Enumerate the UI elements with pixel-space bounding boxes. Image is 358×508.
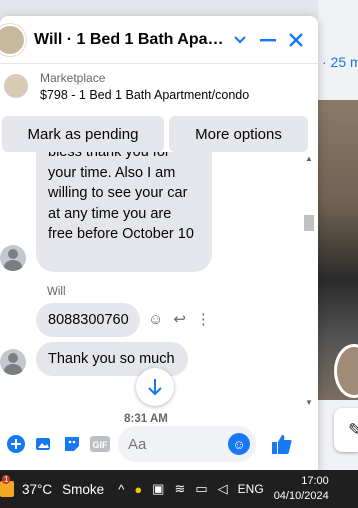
- mark-as-pending-button[interactable]: Mark as pending: [2, 116, 164, 152]
- scroll-down-icon[interactable]: ▼: [305, 398, 313, 407]
- message-input[interactable]: [128, 435, 228, 453]
- battery-icon[interactable]: ▭: [195, 481, 207, 497]
- language-indicator[interactable]: ENG: [238, 482, 264, 496]
- minimize-icon[interactable]: [254, 26, 282, 54]
- scrollbar[interactable]: ▲ ▼: [302, 152, 316, 412]
- listing-thumbnail: [4, 74, 28, 98]
- thumbs-up-icon[interactable]: [268, 430, 296, 458]
- photo-icon[interactable]: [30, 430, 58, 458]
- close-icon[interactable]: [282, 26, 310, 54]
- avatar: [0, 245, 26, 271]
- app-tray-icon[interactable]: ●: [134, 482, 142, 497]
- message-bubble: bless thank you for your time. Also I am…: [36, 152, 212, 272]
- scroll-down-button[interactable]: [136, 368, 174, 406]
- svg-text:GIF: GIF: [93, 440, 109, 450]
- chat-title[interactable]: Will · 1 Bed 1 Bath Apartm...: [34, 31, 226, 49]
- weather-icon[interactable]: 1: [0, 475, 14, 497]
- message-list: bless thank you for your time. Also I am…: [0, 152, 318, 410]
- message-actions: ☺ ↩ ⋮: [148, 310, 211, 329]
- temperature[interactable]: 37°C: [22, 482, 52, 497]
- sticker-icon[interactable]: [58, 430, 86, 458]
- meet-icon[interactable]: ▣: [152, 481, 164, 497]
- volume-icon[interactable]: ◁: [218, 481, 228, 497]
- taskbar: 1 37°C Smoke ^ ● ▣ ≋ ▭ ◁ ENG 17:00 04/10…: [0, 470, 358, 508]
- clock-time: 17:00: [301, 475, 329, 487]
- plus-icon[interactable]: [2, 430, 30, 458]
- clock-date: 04/10/2024: [273, 490, 329, 502]
- more-icon[interactable]: ⋮: [196, 310, 211, 328]
- chevron-up-icon[interactable]: ^: [118, 482, 124, 497]
- edit-icon[interactable]: ✎: [334, 408, 358, 452]
- clock[interactable]: 17:00 04/10/2024: [274, 474, 329, 504]
- listing-category: Marketplace: [40, 70, 106, 85]
- react-icon[interactable]: ☺: [148, 311, 163, 328]
- listing-description: $798 - 1 Bed 1 Bath Apartment/condo: [40, 87, 250, 102]
- chevron-down-icon[interactable]: [226, 26, 254, 54]
- emoji-icon[interactable]: ☺: [228, 433, 250, 455]
- scrollbar-thumb[interactable]: [304, 215, 314, 231]
- avatar: [0, 349, 26, 375]
- message-composer: GIF ☺: [0, 420, 318, 468]
- chat-avatar[interactable]: [0, 23, 26, 56]
- message-bubble-phone: 8088300760: [36, 303, 140, 337]
- background-link[interactable]: · 25 m: [322, 54, 358, 70]
- chat-window: Will · 1 Bed 1 Bath Apartm... Marketplac…: [0, 16, 318, 470]
- notification-badge: 1: [2, 475, 11, 484]
- scroll-up-icon[interactable]: ▲: [305, 154, 313, 163]
- chat-header: Will · 1 Bed 1 Bath Apartm...: [0, 16, 318, 64]
- message-input-container: ☺: [118, 426, 256, 462]
- sender-name: Will: [47, 286, 66, 298]
- listing-info[interactable]: Marketplace $798 - 1 Bed 1 Bath Apartmen…: [0, 64, 318, 108]
- more-options-button[interactable]: More options: [169, 116, 308, 152]
- reply-icon[interactable]: ↩: [173, 310, 186, 328]
- weather-condition[interactable]: Smoke: [62, 482, 104, 497]
- gif-icon[interactable]: GIF: [86, 430, 114, 458]
- wifi-icon[interactable]: ≋: [174, 481, 185, 497]
